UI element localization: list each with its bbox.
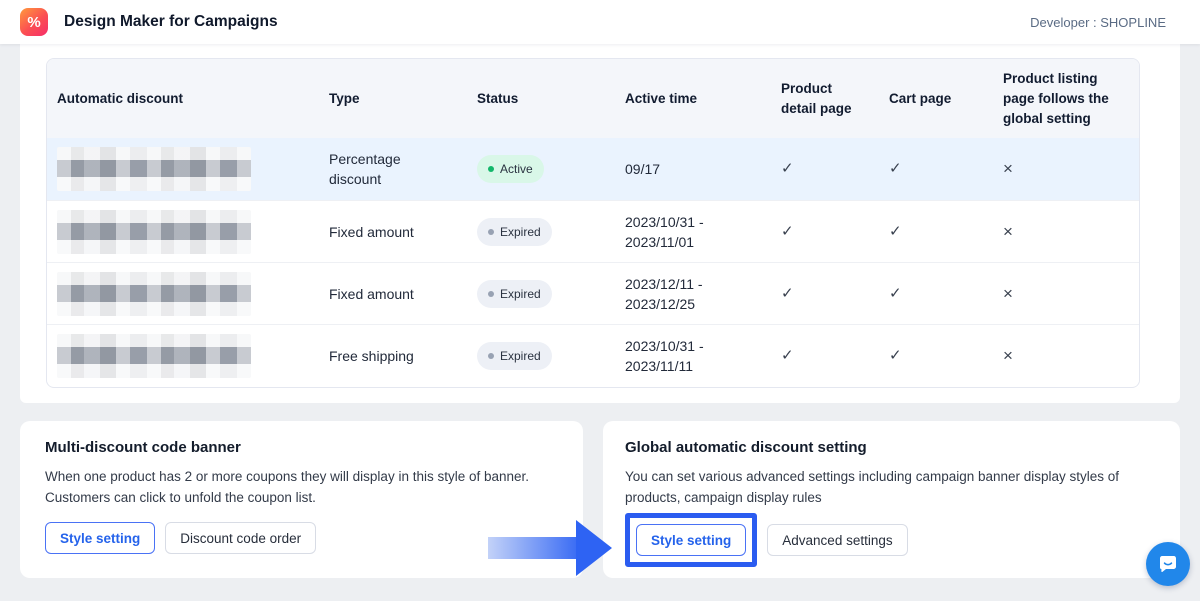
style-setting-button[interactable]: Style setting (45, 522, 155, 554)
annotation-highlight-box: Style setting (625, 513, 757, 567)
status-label: Active (500, 159, 533, 179)
col-header-status: Status (467, 89, 615, 109)
product-detail-check-icon: ✓ (771, 159, 879, 179)
redacted-discount-name (57, 272, 251, 316)
active-time-value: 09/17 (625, 159, 745, 179)
col-header-automatic-discount: Automatic discount (47, 89, 319, 109)
type-cell: Free shipping (319, 346, 467, 366)
active-time-cell: 2023/10/31 - 2023/11/11 (615, 336, 771, 376)
discount-name-cell (47, 147, 319, 191)
active-time-cell: 09/17 (615, 159, 771, 179)
discount-name-cell (47, 272, 319, 316)
col-header-cart-page: Cart page (879, 89, 993, 109)
status-label: Expired (500, 346, 541, 366)
status-cell: Expired (467, 342, 615, 370)
cart-page-check-icon: ✓ (879, 222, 993, 242)
col-header-type: Type (319, 89, 467, 109)
discount-code-order-button[interactable]: Discount code order (165, 522, 316, 554)
card-description: When one product has 2 or more coupons t… (45, 466, 558, 508)
type-cell: Percentage discount (319, 149, 467, 189)
global-style-setting-button[interactable]: Style setting (636, 524, 746, 556)
cart-page-check-icon: ✓ (879, 284, 993, 304)
card-title: Global automatic discount setting (625, 439, 1155, 456)
cart-page-check-icon: ✓ (879, 159, 993, 179)
status-badge: Expired (477, 218, 552, 246)
account-label: Developer : SHOPLINE (1030, 15, 1166, 30)
active-time-cell: 2023/10/31 - 2023/11/01 (615, 212, 771, 252)
status-dot-icon (488, 291, 494, 297)
status-cell: Expired (467, 280, 615, 308)
type-cell: Fixed amount (319, 284, 467, 304)
listing-global-cross-icon: × (993, 346, 1140, 366)
active-time-value: 2023/10/31 - 2023/11/01 (625, 212, 745, 252)
discount-name-cell (47, 210, 319, 254)
button-row: Style setting Discount code order (45, 522, 558, 554)
percent-glyph: % (27, 14, 40, 31)
status-cell: Active (467, 155, 615, 183)
active-time-cell: 2023/12/11 - 2023/12/25 (615, 274, 771, 314)
table-row[interactable]: Percentage discount Active 09/17 ✓ ✓ × (47, 138, 1139, 200)
page-title: Design Maker for Campaigns (64, 13, 278, 31)
advanced-settings-button[interactable]: Advanced settings (767, 524, 907, 556)
status-badge: Expired (477, 342, 552, 370)
global-discount-setting-card: Global automatic discount setting You ca… (603, 421, 1180, 578)
product-detail-check-icon: ✓ (771, 284, 879, 304)
status-label: Expired (500, 222, 541, 242)
discount-table-card: Automatic discount Type Status Active ti… (20, 44, 1180, 403)
type-cell: Fixed amount (319, 222, 467, 242)
col-header-product-detail-page: Product detail page (771, 79, 879, 119)
status-dot-icon (488, 353, 494, 359)
app-header: % Design Maker for Campaigns Developer :… (0, 0, 1200, 44)
card-description: You can set various advanced settings in… (625, 466, 1155, 508)
col-header-listing-global: Product listing page follows the global … (993, 69, 1140, 129)
redacted-discount-name (57, 210, 251, 254)
status-cell: Expired (467, 218, 615, 246)
product-detail-check-icon: ✓ (771, 222, 879, 242)
table-row[interactable]: Fixed amount Expired 2023/10/31 - 2023/1… (47, 200, 1139, 262)
product-detail-check-icon: ✓ (771, 346, 879, 366)
status-label: Expired (500, 284, 541, 304)
chat-messenger-button[interactable] (1146, 542, 1190, 586)
table-row[interactable]: Free shipping Expired 2023/10/31 - 2023/… (47, 324, 1139, 386)
cart-page-check-icon: ✓ (879, 346, 993, 366)
redacted-discount-name (57, 334, 251, 378)
table-row[interactable]: Fixed amount Expired 2023/12/11 - 2023/1… (47, 262, 1139, 324)
status-badge: Active (477, 155, 544, 183)
listing-global-cross-icon: × (993, 159, 1140, 179)
pointer-arrow-icon (486, 518, 614, 578)
active-time-value: 2023/10/31 - 2023/11/11 (625, 336, 745, 376)
listing-global-cross-icon: × (993, 284, 1140, 304)
status-dot-icon (488, 229, 494, 235)
card-title: Multi-discount code banner (45, 439, 558, 456)
discount-name-cell (47, 334, 319, 378)
automatic-discount-table: Automatic discount Type Status Active ti… (46, 58, 1140, 388)
active-time-value: 2023/12/11 - 2023/12/25 (625, 274, 745, 314)
col-header-active-time: Active time (615, 89, 771, 109)
listing-global-cross-icon: × (993, 222, 1140, 242)
status-dot-icon (488, 166, 494, 172)
app-logo-icon: % (20, 8, 48, 36)
table-header-row: Automatic discount Type Status Active ti… (47, 59, 1139, 138)
redacted-discount-name (57, 147, 251, 191)
status-badge: Expired (477, 280, 552, 308)
chat-bubble-icon (1156, 552, 1180, 576)
button-row: Style setting Advanced settings (625, 513, 1155, 567)
